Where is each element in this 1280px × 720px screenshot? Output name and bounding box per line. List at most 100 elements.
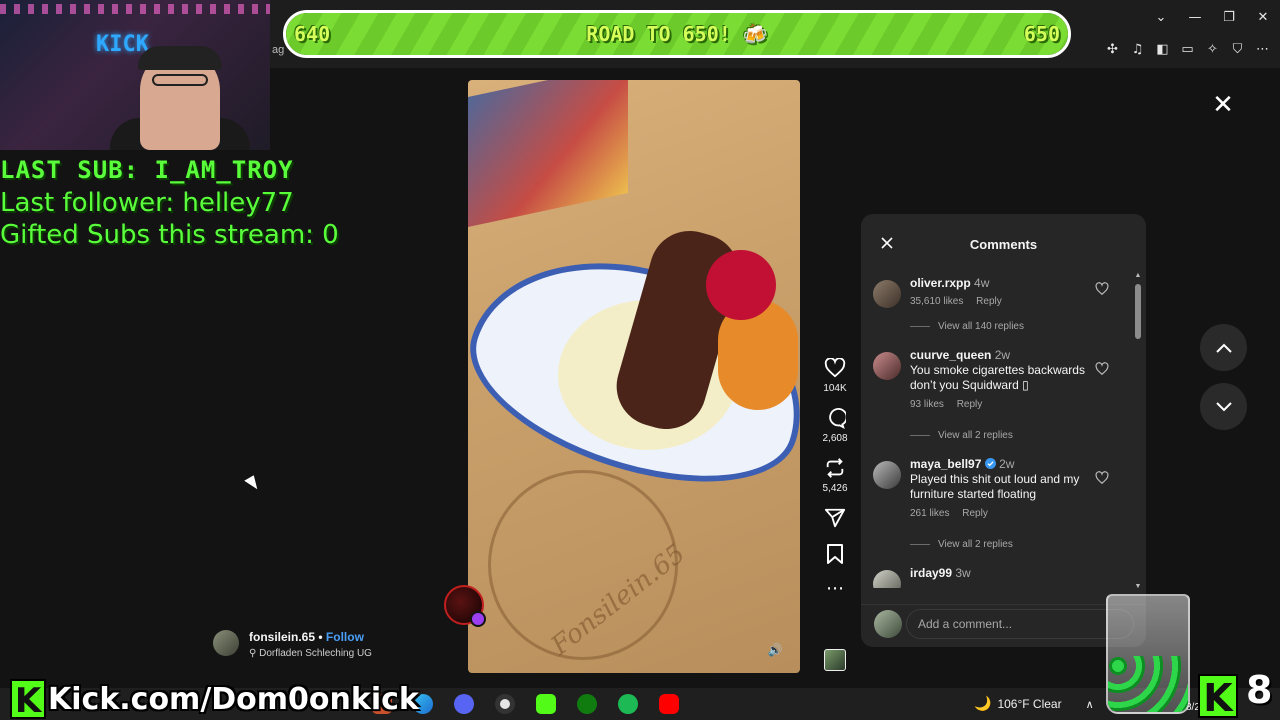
commenter-avatar[interactable] — [873, 352, 901, 380]
webcam-streamer-cap — [138, 46, 222, 70]
commenter-avatar[interactable] — [873, 570, 901, 588]
replies-divider — [910, 544, 930, 545]
xbox-icon[interactable] — [577, 694, 597, 714]
view-replies-link[interactable]: View all 2 replies — [861, 430, 1133, 441]
share-icon[interactable] — [823, 506, 847, 530]
save-action[interactable] — [818, 542, 852, 566]
video-background-poster — [468, 80, 628, 228]
comment-likes[interactable]: 35,610 likes — [910, 296, 963, 307]
commenter-username[interactable]: irday99 — [910, 566, 952, 580]
creator-avatar[interactable] — [213, 630, 239, 656]
reply-button[interactable]: Reply — [962, 508, 988, 519]
next-reel-button[interactable] — [1200, 383, 1247, 430]
comment-likes[interactable]: 261 likes — [910, 508, 949, 519]
view-replies-label: View all 2 replies — [938, 430, 1013, 441]
scroll-down-icon[interactable]: ▼ — [1134, 583, 1142, 590]
close-icon[interactable]: ✕ — [1246, 6, 1280, 28]
bookmark-icon[interactable] — [823, 542, 847, 566]
commenter-username[interactable]: cuurve_queen — [910, 348, 991, 362]
kick-logo-icon: K — [1198, 674, 1238, 720]
comment-heart-icon[interactable] — [1095, 471, 1109, 485]
obs-icon[interactable] — [495, 694, 515, 714]
url-text[interactable]: ag — [272, 44, 284, 56]
commenter-avatar[interactable] — [873, 280, 901, 308]
comment-meta: 93 likes Reply — [910, 399, 1099, 410]
comment-item: oliver.rxpp 4w 35,610 likes Reply — [861, 276, 1133, 308]
follow-button[interactable]: Follow — [326, 630, 364, 644]
comment-likes[interactable]: 93 likes — [910, 399, 944, 410]
comments-scrollbar[interactable]: ▲ ▼ — [1134, 272, 1142, 590]
youtube-icon[interactable] — [659, 694, 679, 714]
chevron-down-icon — [1215, 401, 1232, 411]
cup-clovers — [1108, 656, 1188, 712]
reply-button[interactable]: Reply — [976, 296, 1002, 307]
webcam-streamer-glasses — [152, 74, 208, 86]
comment-time: 2w — [994, 348, 1011, 362]
share-action[interactable] — [818, 506, 852, 530]
action-rail: 104K 2,608 5,426 ⋯ — [818, 356, 852, 599]
weather-moon-icon[interactable]: 🌙 — [974, 696, 991, 712]
scrollbar-thumb[interactable] — [1135, 284, 1141, 339]
add-comment-input[interactable] — [906, 609, 1134, 639]
last-follower-text: Last follower: helley77 — [0, 188, 294, 218]
copilot-icon[interactable]: ✧ — [1203, 40, 1222, 59]
kick-app-icon[interactable] — [536, 694, 556, 714]
volume-icon[interactable]: 🔊 — [765, 640, 785, 660]
repost-icon[interactable] — [823, 456, 847, 480]
comment-action[interactable]: 2,608 — [818, 406, 852, 444]
screen: ag ⌄ — ❐ ✕ ✣ ♫ ◧ ▭ ✧ ⛉ ⋯ Fonsilein.65 🔊 — [0, 0, 1280, 720]
previous-reel-button[interactable] — [1200, 324, 1247, 371]
audio-thumbnail[interactable] — [824, 649, 846, 671]
comment-header: cuurve_queen 2w — [910, 348, 1099, 362]
creator-username[interactable]: fonsilein.65 — [249, 630, 315, 644]
system-tray: 🌙 106°F Clear ∧ — [974, 696, 1094, 712]
kick-url-banner: K Kick.com/Dom0onkick — [10, 678, 419, 720]
mouse-cursor — [244, 475, 261, 493]
comment-icon[interactable] — [823, 406, 847, 430]
replies-divider — [910, 326, 930, 327]
comment-heart-icon[interactable] — [1095, 282, 1109, 296]
restore-icon[interactable]: ❐ — [1212, 6, 1246, 28]
wallet-icon[interactable]: ▭ — [1178, 40, 1197, 59]
media-icon[interactable]: ♫ — [1128, 40, 1147, 59]
comment-header: maya_bell97 2w — [910, 457, 1099, 471]
weather-text[interactable]: 106°F Clear — [997, 697, 1061, 711]
commenter-username[interactable]: maya_bell97 — [910, 457, 981, 471]
view-replies-label: View all 2 replies — [938, 539, 1013, 550]
scroll-up-icon[interactable]: ▲ — [1134, 272, 1142, 279]
comment-item: irday99 3w — [861, 566, 1133, 588]
more-icon[interactable]: ⋯ — [1253, 40, 1272, 59]
sidebar-icon[interactable]: ◧ — [1153, 40, 1172, 59]
minimize-icon[interactable]: — — [1178, 6, 1212, 28]
spotify-icon[interactable] — [618, 694, 638, 714]
discord-icon[interactable] — [454, 694, 474, 714]
verified-badge-icon — [984, 458, 996, 469]
extensions-icon[interactable]: ✣ — [1103, 40, 1122, 59]
creator-story-avatar[interactable] — [444, 585, 486, 627]
location-line[interactable]: ⚲ Dorfladen Schleching UG — [249, 648, 372, 659]
commenter-username[interactable]: oliver.rxpp — [910, 276, 971, 290]
chevron-down-icon[interactable]: ⌄ — [1144, 6, 1178, 28]
shield-icon[interactable]: ⛉ — [1228, 40, 1247, 59]
repost-action[interactable]: 5,426 — [818, 456, 852, 494]
browser-extension-icons: ✣ ♫ ◧ ▭ ✧ ⛉ ⋯ — [1103, 40, 1272, 59]
reel-video[interactable]: Fonsilein.65 🔊 — [468, 80, 800, 673]
comment-time: 4w — [974, 276, 990, 290]
close-reel-icon[interactable]: ✕ — [1210, 92, 1236, 118]
view-replies-link[interactable]: View all 2 replies — [861, 539, 1133, 550]
more-options-icon[interactable]: ⋯ — [818, 578, 852, 599]
comment-meta: 35,610 likes Reply — [910, 296, 1099, 307]
view-replies-label: View all 140 replies — [938, 321, 1024, 332]
comment-list[interactable]: oliver.rxpp 4w 35,610 likes Reply View a… — [861, 276, 1133, 588]
reply-button[interactable]: Reply — [957, 399, 983, 410]
heart-icon[interactable] — [823, 356, 847, 380]
comment-heart-icon[interactable] — [1095, 362, 1109, 376]
current-user-avatar — [874, 610, 902, 638]
repost-count: 5,426 — [822, 483, 848, 494]
tray-chevron-icon[interactable]: ∧ — [1086, 698, 1094, 711]
like-action[interactable]: 104K — [818, 356, 852, 394]
view-replies-link[interactable]: View all 140 replies — [861, 321, 1133, 332]
story-badge-icon — [470, 611, 486, 627]
like-count: 104K — [823, 383, 847, 394]
commenter-avatar[interactable] — [873, 461, 901, 489]
